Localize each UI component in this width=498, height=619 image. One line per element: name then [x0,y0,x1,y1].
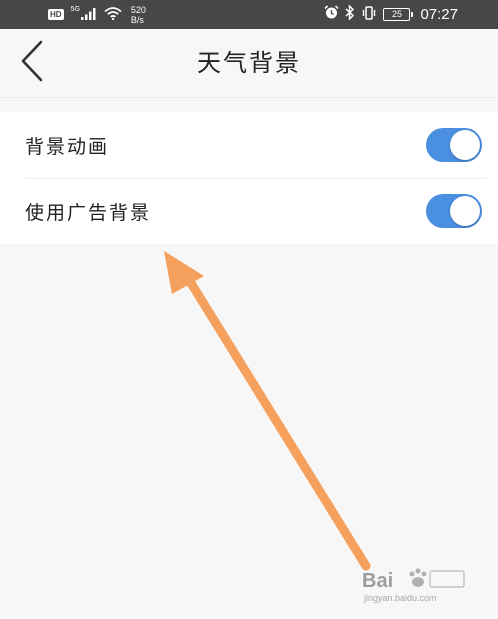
battery-icon: 25 [383,8,414,21]
svg-text:Bai: Bai [362,570,393,592]
setting-label-ad-background: 使用广告背景 [25,201,152,224]
battery-level: 25 [391,9,402,19]
svg-text:jingyan.baidu.com: jingyan.baidu.com [363,593,437,603]
toggle-knob [450,130,480,160]
vibrate-icon [361,5,377,24]
bluetooth-icon [345,4,355,24]
annotation-arrow-head [164,251,204,294]
status-bar-left: HD 5G 520 B/s [48,0,146,29]
baidu-watermark: Bai jingyan.baidu.com [360,565,470,605]
network-type: 5G [70,6,80,13]
alarm-icon [324,5,340,24]
hd-badge: HD [48,9,64,20]
network-speed-value: 520 [130,4,146,15]
setting-row-ad-background: 使用广告背景 [0,178,498,244]
ad-background-toggle[interactable] [426,194,482,228]
status-time: 07:27 [420,6,458,23]
wifi-icon [104,5,122,24]
background-animation-toggle[interactable] [426,128,482,162]
annotation-arrow-shaft [181,270,371,571]
status-bar: HD 5G 520 B/s 25 07:27 [0,0,498,29]
setting-row-background-animation: 背景动画 [0,112,498,178]
network-speed: 520 B/s [131,5,146,25]
settings-list: 背景动画 使用广告背景 [0,112,498,244]
status-bar-right: 25 07:27 [324,0,458,29]
setting-label-background-animation: 背景动画 [25,135,110,158]
network-speed-unit: B/s [130,14,144,25]
baidu-logo-icon: Bai jingyan.baidu.com [362,568,465,603]
signal-icon [80,5,97,24]
toggle-knob [450,196,480,226]
page-title: 天气背景 [197,49,301,77]
page-header: 天气背景 [0,29,498,98]
weather-background-settings-screen: HD 5G 520 B/s 25 07:27 天气背景 背景动画 使用广告背景 … [0,0,498,619]
